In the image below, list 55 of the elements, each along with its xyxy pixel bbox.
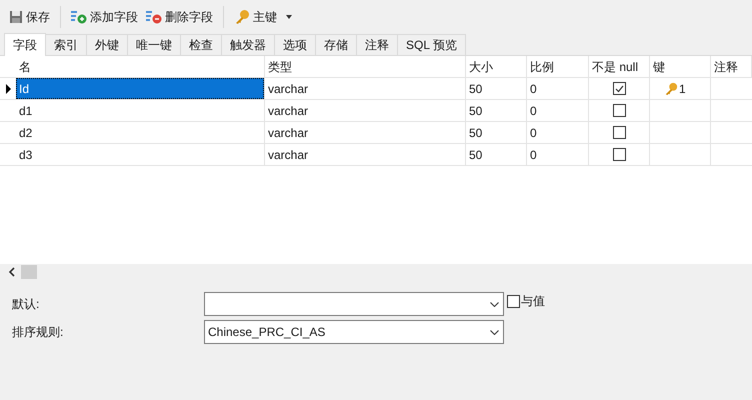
tab[interactable]: 检查 (181, 34, 222, 55)
dropdown-chevron-icon (490, 330, 499, 334)
column-header[interactable]: 不是 null (589, 56, 650, 77)
default-value-dropdown[interactable] (204, 292, 504, 316)
table-cell-text: 50 (468, 102, 484, 120)
tab[interactable]: 触发器 (222, 34, 275, 55)
field-label: 默认: (11, 296, 40, 313)
tab[interactable]: 注释 (357, 34, 398, 55)
column-header[interactable]: 名 (16, 56, 265, 77)
checkbox[interactable] (612, 82, 626, 95)
table-cell: Id (16, 78, 264, 99)
column-header[interactable]: 键 (650, 56, 711, 77)
add-field-icon (71, 10, 87, 24)
scrollbar-thumb[interactable] (21, 265, 37, 279)
column-header[interactable]: 类型 (265, 56, 466, 77)
checkbox[interactable] (612, 126, 626, 139)
table-cell-text: d1 (18, 102, 34, 120)
checkbox[interactable] (612, 148, 626, 161)
table-cell-text: 0 (529, 124, 538, 142)
with-value-checkbox[interactable]: 与值 (507, 292, 545, 310)
tab[interactable]: 唯一键 (128, 34, 181, 55)
table-cell-text: d3 (18, 146, 34, 164)
column-header[interactable]: 大小 (466, 56, 527, 77)
delete-field-icon (146, 10, 162, 24)
table-cell-text: varchar (267, 146, 310, 164)
toolbar-delete-button[interactable]: 删除字段 (143, 4, 216, 28)
key-order: 1 (679, 80, 686, 98)
tab[interactable]: 存储 (316, 34, 357, 55)
field-label: 排序规则: (11, 324, 64, 341)
scroll-left-icon[interactable] (8, 267, 16, 277)
table-cell-text: 0 (529, 80, 538, 98)
key-icon (664, 82, 678, 96)
table-cell-text: 0 (529, 146, 538, 164)
toolbar-key-button[interactable]: 主键 (231, 4, 295, 28)
tab[interactable]: SQL 预览 (398, 34, 466, 55)
column-header[interactable]: 注释 (711, 56, 752, 77)
toolbar-add-button[interactable]: 添加字段 (68, 4, 141, 28)
table-cell-text: 50 (468, 80, 484, 98)
key-icon (234, 8, 250, 24)
dropdown-chevron-icon (490, 302, 499, 306)
table-cell-text: varchar (267, 124, 310, 142)
tab[interactable]: 选项 (275, 34, 316, 55)
table-cell-text: varchar (267, 80, 310, 98)
table-cell-text: 50 (468, 124, 484, 142)
checkbox[interactable] (612, 104, 626, 117)
table-cell-text: varchar (267, 102, 310, 120)
table-cell-text: 50 (468, 146, 484, 164)
tab[interactable]: 字段 (4, 33, 46, 56)
table-cell-text: 0 (529, 102, 538, 120)
table-cell-text: d2 (18, 124, 34, 142)
tab[interactable]: 外键 (87, 34, 128, 55)
tab[interactable]: 索引 (46, 34, 87, 55)
column-header[interactable]: 比例 (527, 56, 589, 77)
collation-dropdown[interactable]: Chinese_PRC_CI_AS (204, 320, 504, 344)
toolbar-save-button[interactable]: 保存 (6, 4, 53, 28)
